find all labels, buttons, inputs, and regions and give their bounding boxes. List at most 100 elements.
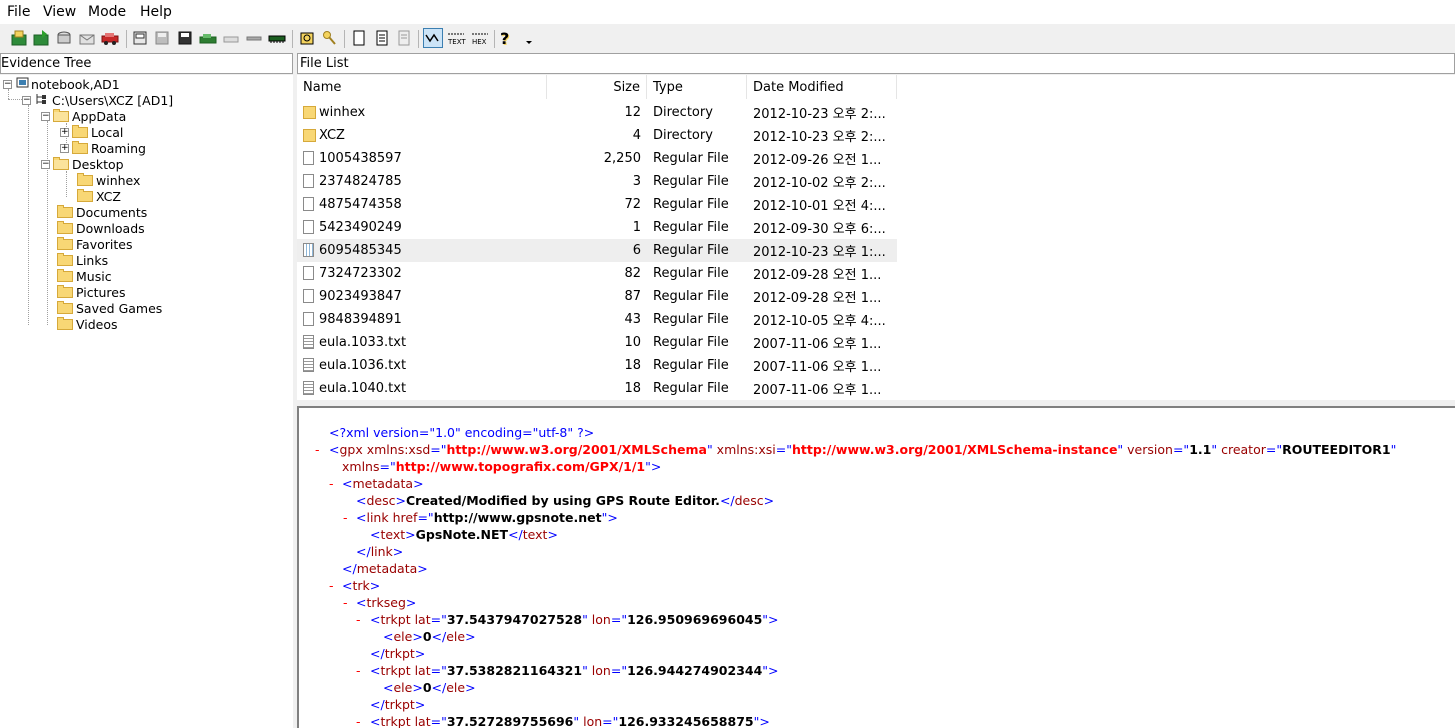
menu-mode[interactable]: Mode — [88, 4, 126, 20]
file-type: Regular File — [653, 381, 729, 396]
file-row[interactable]: 9848394891 43 Regular File 2012-10-05 오후 4:… — [297, 308, 897, 331]
file-row[interactable]: 4875474358 72 Regular File 2012-10-01 오전 4:… — [297, 193, 897, 216]
file-name: 7324723302 — [319, 266, 402, 281]
column-date-modified[interactable]: Date Modified — [747, 75, 897, 99]
folder-icon — [57, 204, 73, 218]
evidence-tree[interactable]: − notebook,AD1 − C:\Users\XCZ [AD1] − Ap… — [0, 75, 293, 728]
svg-text:TEXT: TEXT — [447, 38, 466, 46]
evidence-tree-header: Evidence Tree — [0, 53, 293, 74]
open-evidence-icon[interactable] — [10, 29, 28, 47]
add-evidence-icon[interactable] — [32, 29, 50, 47]
ram-icon[interactable] — [268, 29, 286, 47]
tree-node-saved-games[interactable]: Saved Games — [57, 300, 162, 316]
collapse-icon[interactable]: − — [41, 159, 50, 169]
xml-gpx-xmlns: xmlns="http://www.topografix.com/GPX/1/1… — [342, 459, 662, 474]
link-icon[interactable] — [245, 29, 263, 47]
file-icon — [303, 197, 314, 211]
document-icon[interactable] — [373, 29, 391, 47]
file-row[interactable]: winhex 12 Directory 2012-10-23 오후 2:... — [297, 101, 897, 124]
expand-icon[interactable]: + — [60, 127, 69, 137]
tree-node-roaming[interactable]: + Roaming — [60, 140, 146, 156]
tree-node-pictures[interactable]: Pictures — [57, 284, 126, 300]
menu-help[interactable]: Help — [140, 4, 172, 20]
tree-node-local[interactable]: + Local — [60, 124, 123, 140]
file-row[interactable]: 9023493847 87 Regular File 2012-09-28 오전 1.… — [297, 285, 897, 308]
car-icon[interactable] — [101, 29, 119, 47]
toolbar-separator — [126, 30, 127, 48]
tree-node-documents[interactable]: Documents — [57, 204, 147, 220]
dropdown-icon[interactable] — [524, 36, 542, 54]
file-name: 5423490249 — [319, 220, 402, 235]
view-mode-icon[interactable] — [423, 28, 443, 48]
file-date-modified: 2007-11-06 오후 1... — [753, 383, 882, 398]
mail-icon[interactable] — [78, 29, 96, 47]
collapse-link-toggle[interactable]: - — [343, 509, 348, 526]
xml-gpx-open: <gpx xmlns:xsd="http://www.w3.org/2001/X… — [329, 442, 1397, 457]
collapse-trkpt-toggle[interactable]: - — [356, 713, 361, 728]
menu-file[interactable]: File — [7, 4, 30, 20]
text-view-icon[interactable]: TEXT — [447, 29, 466, 47]
tree-node-videos[interactable]: Videos — [57, 316, 118, 332]
xml-viewer[interactable]: <?xml version="1.0" encoding="utf-8" ?> … — [297, 406, 1455, 728]
tree-node-label: Saved Games — [76, 300, 163, 316]
collapse-trkseg-toggle[interactable]: - — [343, 594, 348, 611]
print-icon[interactable] — [131, 29, 149, 47]
file-date-modified: 2012-09-26 오전 1... — [753, 153, 882, 168]
new-doc-icon[interactable] — [350, 29, 368, 47]
file-date-modified: 2012-09-30 오후 6:... — [753, 222, 886, 237]
file-row[interactable]: 5423490249 1 Regular File 2012-09-30 오후 6:.… — [297, 216, 897, 239]
file-date-modified: 2007-11-06 오후 1... — [753, 360, 882, 375]
tree-node-desktop[interactable]: − Desktop — [41, 156, 124, 172]
key-icon[interactable] — [320, 29, 338, 47]
file-size: 18 — [624, 358, 641, 373]
expand-icon[interactable]: + — [60, 143, 69, 153]
collapse-metadata-toggle[interactable]: - — [329, 475, 334, 492]
file-size: 2,250 — [603, 151, 641, 166]
tree-node-favorites[interactable]: Favorites — [57, 236, 132, 252]
file-name: XCZ — [319, 128, 345, 143]
collapse-trk-toggle[interactable]: - — [329, 577, 334, 594]
menu-view[interactable]: View — [43, 4, 76, 20]
disk-icon[interactable] — [222, 29, 240, 47]
tree-node-downloads[interactable]: Downloads — [57, 220, 145, 236]
file-type: Regular File — [653, 289, 729, 304]
save-as-icon[interactable] — [176, 29, 194, 47]
file-row[interactable]: 1005438597 2,250 Regular File 2012-09-26 오전… — [297, 147, 897, 170]
collapse-icon[interactable]: − — [22, 95, 31, 105]
export-icon[interactable] — [199, 29, 217, 47]
tree-node-music[interactable]: Music — [57, 268, 112, 284]
file-row[interactable]: XCZ 4 Directory 2012-10-23 오후 2:... — [297, 124, 897, 147]
file-row[interactable]: eula.1033.txt 10 Regular File 2007-11-06 오후… — [297, 331, 897, 354]
column-name[interactable]: Name — [297, 75, 547, 99]
collapse-gpx-toggle[interactable]: - — [315, 441, 320, 458]
tree-node-links[interactable]: Links — [57, 252, 108, 268]
collapse-icon[interactable]: − — [41, 111, 50, 121]
file-row[interactable]: 7324723302 82 Regular File 2012-09-28 오전 1.… — [297, 262, 897, 285]
copy-evidence-icon[interactable] — [55, 29, 73, 47]
column-type[interactable]: Type — [647, 75, 747, 99]
file-type: Regular File — [653, 335, 729, 350]
menu-bar: File View Mode Help — [0, 0, 1455, 24]
file-row[interactable]: eula.1040.txt 18 Regular File 2007-11-06 오후… — [297, 377, 897, 400]
file-row[interactable]: eula.1036.txt 18 Regular File 2007-11-06 오후… — [297, 354, 897, 377]
collapse-trkpt-toggle[interactable]: - — [356, 662, 361, 679]
folder-search-icon[interactable] — [298, 29, 316, 47]
file-date-modified: 2012-10-01 오전 4:... — [753, 199, 886, 214]
hex-view-icon[interactable]: HEX — [471, 29, 489, 47]
file-list[interactable]: Name Size Type Date Modified winhex 12 Dir… — [297, 75, 1455, 400]
collapse-trkpt-toggle[interactable]: - — [356, 611, 361, 628]
tree-node-appdata[interactable]: − AppData — [41, 108, 126, 124]
tree-node-xcz[interactable]: XCZ — [77, 188, 121, 204]
report-icon[interactable] — [395, 29, 413, 47]
tree-node-users-xcz[interactable]: − C:\Users\XCZ [AD1] — [22, 92, 173, 108]
file-size: 6 — [632, 243, 641, 258]
collapse-icon[interactable]: − — [3, 79, 12, 89]
column-size[interactable]: Size — [547, 75, 647, 99]
xml-declaration: <?xml version="1.0" encoding="utf-8" ?> — [329, 425, 595, 440]
save-icon[interactable] — [153, 29, 171, 47]
tree-node-winhex[interactable]: winhex — [77, 172, 140, 188]
file-row[interactable]: 6095485345 6 Regular File 2012-10-23 오후 1:.… — [297, 239, 897, 262]
help-icon[interactable]: ? — [500, 29, 518, 48]
tree-node-notebook[interactable]: − notebook,AD1 — [3, 76, 120, 92]
file-row[interactable]: 2374824785 3 Regular File 2012-10-02 오후 2:.… — [297, 170, 897, 193]
